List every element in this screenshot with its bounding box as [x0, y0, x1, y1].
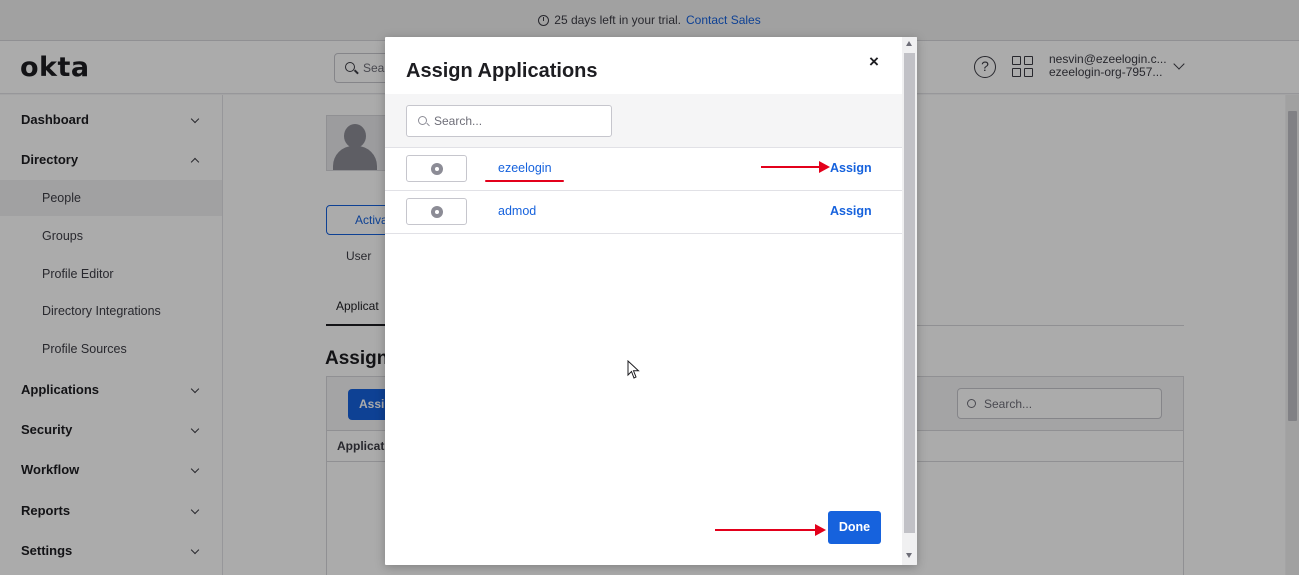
annotation-underline	[485, 180, 564, 182]
done-button[interactable]: Done	[828, 511, 881, 544]
modal-title: Assign Applications	[406, 60, 598, 82]
app-logo	[406, 198, 467, 225]
scroll-thumb[interactable]	[904, 53, 915, 533]
gear-icon	[431, 206, 443, 218]
app-logo	[406, 155, 467, 182]
scroll-up-icon[interactable]	[906, 41, 912, 46]
app-name-link[interactable]: ezeelogin	[498, 161, 552, 175]
scroll-down-icon[interactable]	[906, 553, 912, 558]
modal-scrollbar[interactable]	[902, 37, 917, 565]
annotation-arrow-done	[715, 524, 826, 536]
assign-button[interactable]: Assign	[830, 204, 872, 218]
assign-applications-modal: Assign Applications × Search... ezeelogi…	[385, 37, 917, 565]
modal-search-placeholder: Search...	[434, 114, 483, 128]
annotation-arrow-assign	[761, 161, 830, 173]
mouse-cursor-icon	[627, 360, 640, 379]
modal-search-input[interactable]: Search...	[406, 105, 612, 137]
search-icon	[418, 116, 427, 125]
assign-button[interactable]: Assign	[830, 161, 872, 175]
close-icon[interactable]: ×	[866, 53, 882, 70]
list-item: admod Assign	[385, 191, 902, 234]
modal-search-band: Search...	[385, 94, 902, 148]
app-name-link[interactable]: admod	[498, 204, 536, 218]
gear-icon	[431, 163, 443, 175]
